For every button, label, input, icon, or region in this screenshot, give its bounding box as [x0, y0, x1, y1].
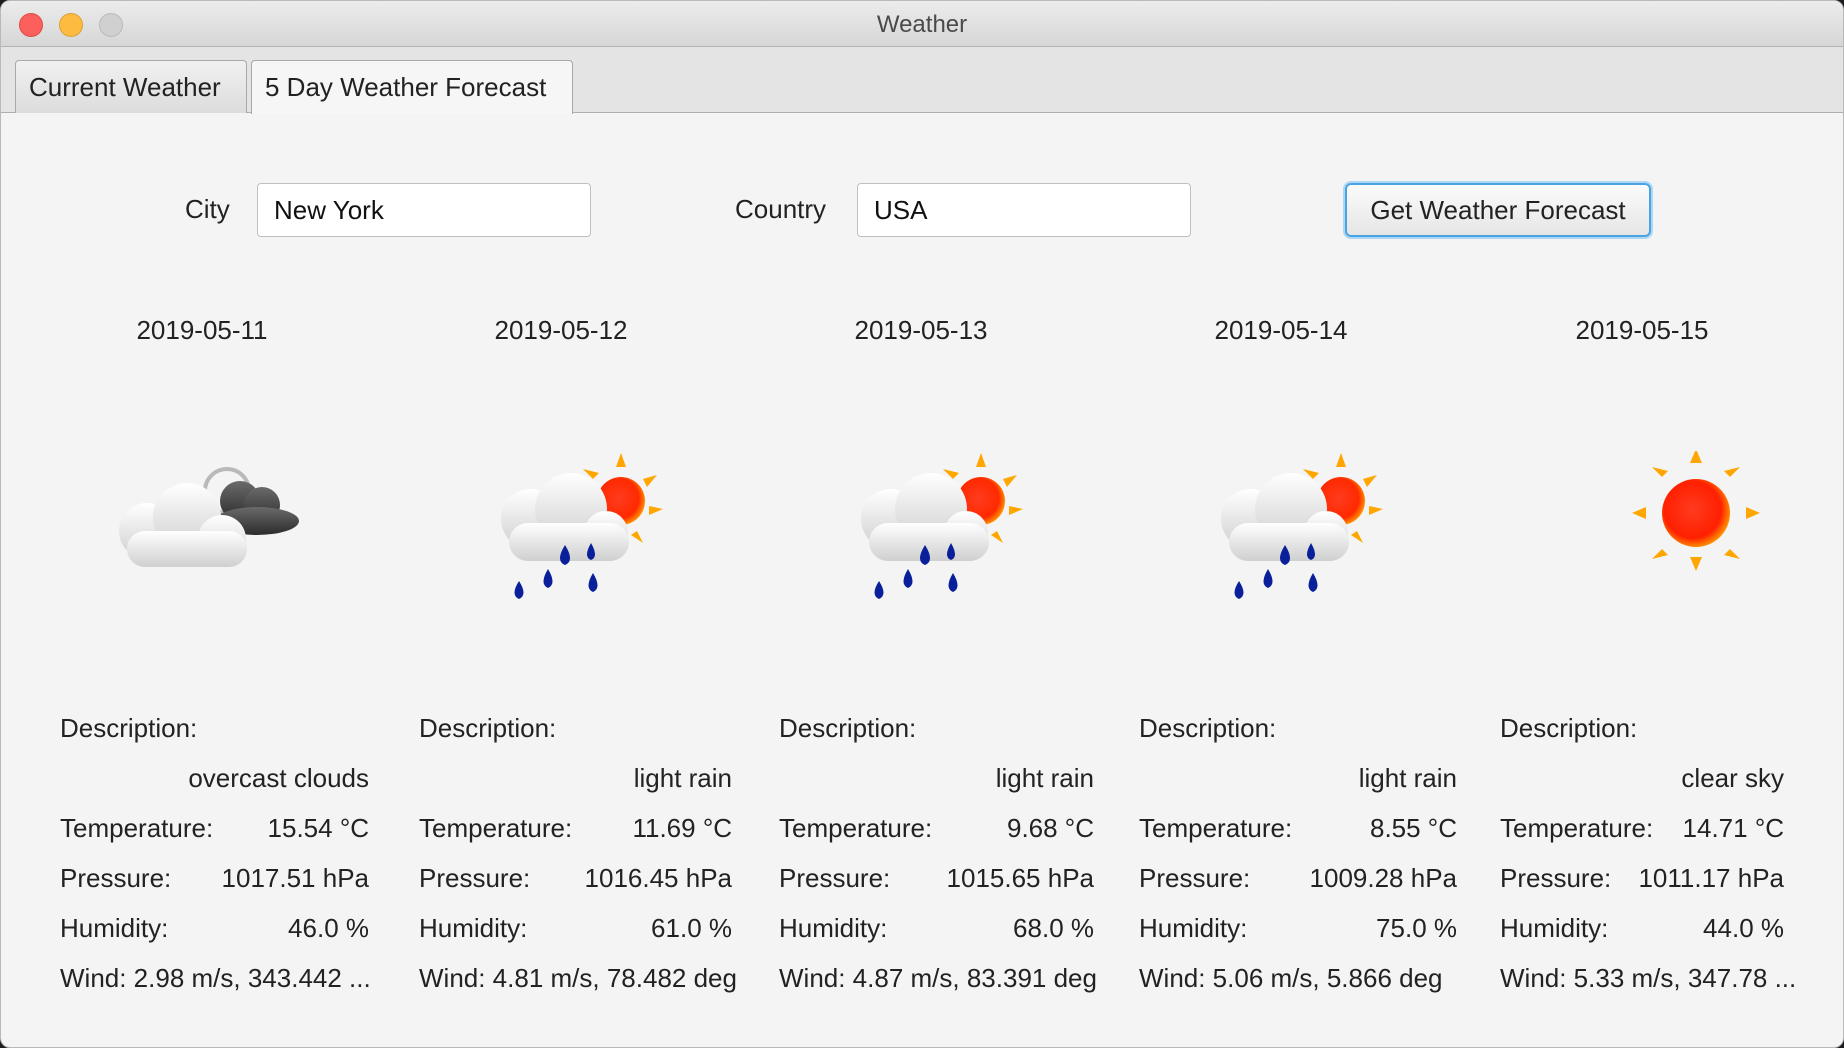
wind-value: Wind: 4.81 m/s, 78.482 deg [419, 963, 737, 993]
pressure-label: Pressure: [60, 863, 172, 893]
pressure-label: Pressure: [419, 863, 531, 893]
pressure-value: 1015.65 hPa [946, 863, 1094, 893]
forecast-day-column: 2019-05-14 Description: light rain Tempe… [1101, 301, 1461, 1021]
description-label: Description: [779, 713, 917, 743]
description-label: Description: [419, 713, 557, 743]
temperature-value: 15.54 °C [267, 813, 369, 843]
window-title: Weather [876, 11, 968, 38]
weather-window: Weather Current Weather 5 Day Weather Fo… [0, 0, 1844, 1048]
overcast-clouds-icon [52, 451, 352, 611]
temperature-label: Temperature: [60, 813, 214, 843]
humidity-value: 75.0 % [1376, 913, 1457, 943]
clear-sky-icon [1492, 451, 1792, 611]
pressure-value: 1016.45 hPa [584, 863, 732, 893]
humidity-label: Humidity: [779, 913, 888, 943]
wind-value: Wind: 4.87 m/s, 83.391 deg [779, 963, 1097, 993]
forecast-day-column: 2019-05-11 Description: overcast clouds Te… [22, 301, 382, 1021]
forecast-day-column: 2019-05-12 Description: light rain Tempe… [381, 301, 741, 1021]
temperature-value: 14.71 °C [1682, 813, 1784, 843]
forecast-date: 2019-05-11 [136, 315, 268, 345]
wind-value: Wind: 5.06 m/s, 5.866 deg [1139, 963, 1443, 993]
temperature-label: Temperature: [419, 813, 573, 843]
humidity-value: 68.0 % [1013, 913, 1094, 943]
forecast-date: 2019-05-15 [1575, 315, 1709, 345]
description-value: light rain [995, 763, 1094, 793]
description-label: Description: [60, 713, 198, 743]
temperature-value: 11.69 °C [632, 813, 732, 843]
city-input[interactable]: New York [257, 183, 591, 237]
temperature-label: Temperature: [1139, 813, 1293, 843]
pressure-label: Pressure: [1500, 863, 1612, 893]
forecast-day-column: 2019-05-15 Description: clear sky Temperat… [1462, 301, 1822, 1021]
country-label: Country [735, 194, 827, 224]
forecast-date: 2019-05-13 [854, 315, 988, 345]
humidity-label: Humidity: [419, 913, 528, 943]
light-rain-icon [771, 451, 1071, 611]
pressure-label: Pressure: [1139, 863, 1251, 893]
humidity-value: 44.0 % [1703, 913, 1784, 943]
country-input[interactable]: USA [857, 183, 1191, 237]
get-weather-forecast-button[interactable]: Get Weather Forecast [1345, 183, 1651, 237]
wind-value: Wind: 5.33 m/s, 347.78 ... [1500, 963, 1797, 993]
tab-5-day-forecast[interactable]: 5 Day Weather Forecast [251, 60, 573, 114]
humidity-value: 46.0 % [288, 913, 369, 943]
description-value: light rain [633, 763, 732, 793]
pressure-value: 1009.28 hPa [1309, 863, 1457, 893]
forecast-day-column: 2019-05-13 Description: light rain Tempe… [741, 301, 1101, 1021]
temperature-value: 9.68 °C [1006, 813, 1094, 843]
humidity-label: Humidity: [60, 913, 169, 943]
description-value: clear sky [1681, 763, 1784, 793]
humidity-label: Humidity: [1139, 913, 1248, 943]
description-label: Description: [1500, 713, 1638, 743]
description-value: overcast clouds [188, 763, 369, 793]
pressure-label: Pressure: [779, 863, 891, 893]
humidity-value: 61.0 % [651, 913, 732, 943]
pressure-value: 1017.51 hPa [221, 863, 369, 893]
wind-value: Wind: 2.98 m/s, 343.442 ... [60, 963, 371, 993]
forecast-date: 2019-05-12 [494, 315, 628, 345]
humidity-label: Humidity: [1500, 913, 1609, 943]
temperature-label: Temperature: [1500, 813, 1654, 843]
light-rain-icon [1131, 451, 1431, 611]
tab-current-weather[interactable]: Current Weather [15, 60, 247, 113]
temperature-value: 8.55 °C [1369, 813, 1457, 843]
title-bar: Weather [1, 1, 1843, 47]
light-rain-icon [411, 451, 711, 611]
description-value: light rain [1358, 763, 1457, 793]
temperature-label: Temperature: [779, 813, 933, 843]
description-label: Description: [1139, 713, 1277, 743]
city-label: City [185, 194, 230, 224]
forecast-date: 2019-05-14 [1214, 315, 1348, 345]
pressure-value: 1011.17 hPa [1638, 863, 1784, 893]
tab-bar: Current Weather 5 Day Weather Forecast [1, 47, 1843, 114]
